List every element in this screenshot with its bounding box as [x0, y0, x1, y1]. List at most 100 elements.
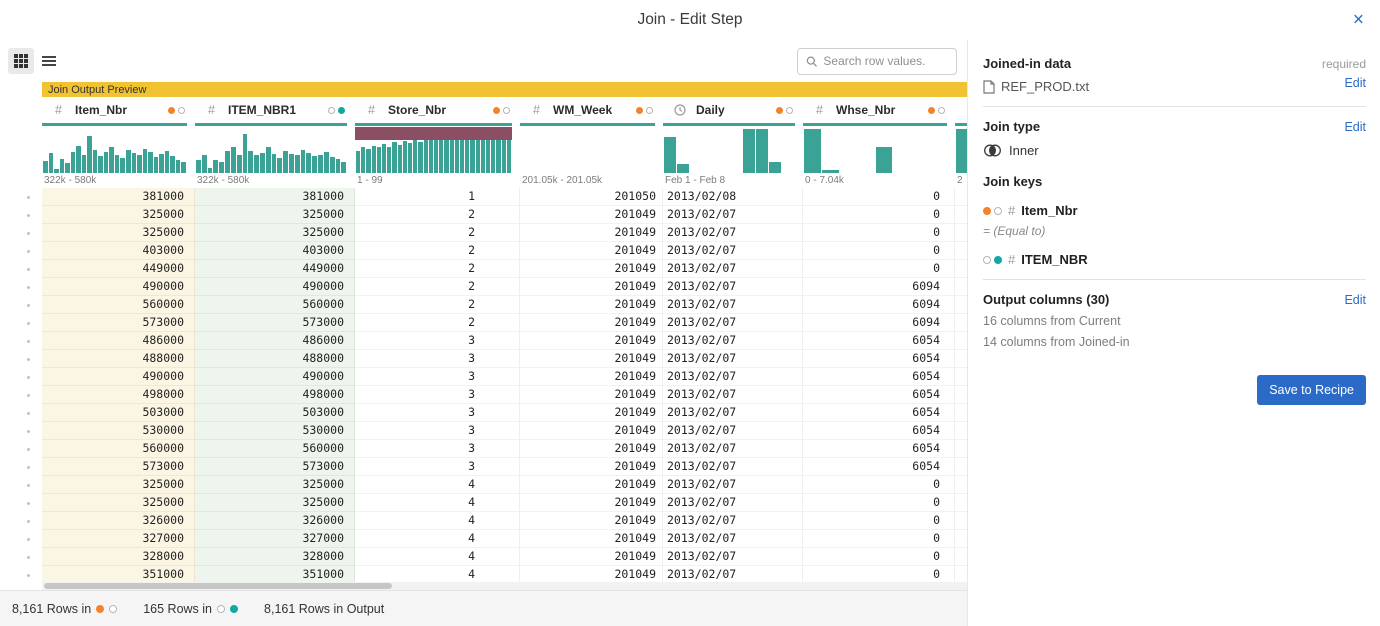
horizontal-scrollbar[interactable]: [42, 582, 967, 590]
table-cell[interactable]: 3: [355, 332, 520, 350]
table-cell[interactable]: 201049: [520, 224, 663, 242]
table-cell[interactable]: 0: [803, 530, 955, 548]
table-cell[interactable]: 201049: [520, 260, 663, 278]
table-cell[interactable]: 488000: [195, 350, 355, 368]
table-cell[interactable]: 6054: [803, 422, 955, 440]
table-cell[interactable]: 2013/02/07: [663, 476, 803, 494]
save-to-recipe-button[interactable]: Save to Recipe: [1257, 375, 1366, 405]
table-cell[interactable]: 6054: [803, 404, 955, 422]
table-cell[interactable]: 4: [355, 548, 520, 566]
table-cell[interactable]: 4: [355, 512, 520, 530]
table-cell[interactable]: 0: [803, 224, 955, 242]
column-histogram[interactable]: [520, 127, 655, 173]
table-cell[interactable]: 449000: [42, 260, 195, 278]
table-cell[interactable]: 503000: [195, 404, 355, 422]
table-cell[interactable]: 201049: [520, 566, 663, 582]
table-cell[interactable]: 325000: [195, 476, 355, 494]
table-cell[interactable]: 498000: [42, 386, 195, 404]
table-cell[interactable]: 2013/02/07: [663, 404, 803, 422]
table-cell[interactable]: 327000: [195, 530, 355, 548]
table-cell[interactable]: 325000: [195, 224, 355, 242]
search-input[interactable]: [823, 54, 948, 68]
table-cell[interactable]: 490000: [195, 368, 355, 386]
table-cell[interactable]: 2: [355, 314, 520, 332]
table-cell[interactable]: 4: [355, 494, 520, 512]
table-cell[interactable]: 2: [355, 296, 520, 314]
table-cell[interactable]: 6054: [803, 386, 955, 404]
table-cell[interactable]: 4: [355, 530, 520, 548]
table-cell[interactable]: 573000: [42, 458, 195, 476]
table-cell[interactable]: 0: [803, 512, 955, 530]
table-cell[interactable]: 0: [803, 566, 955, 582]
column-header-store_nbr[interactable]: #Store_Nbr: [355, 97, 520, 123]
table-cell[interactable]: 2013/02/07: [663, 386, 803, 404]
table-cell[interactable]: 6094: [803, 296, 955, 314]
table-cell[interactable]: 3: [355, 386, 520, 404]
table-cell[interactable]: 560000: [195, 296, 355, 314]
table-cell[interactable]: 2013/02/07: [663, 368, 803, 386]
table-cell[interactable]: 6054: [803, 332, 955, 350]
column-header-item_nbr1[interactable]: #ITEM_NBR1: [195, 97, 355, 123]
table-cell[interactable]: 530000: [195, 422, 355, 440]
table-cell[interactable]: 0: [803, 548, 955, 566]
table-cell[interactable]: 201049: [520, 404, 663, 422]
table-cell[interactable]: 201050: [520, 188, 663, 206]
table-cell[interactable]: 381000: [42, 188, 195, 206]
table-cell[interactable]: 3: [355, 422, 520, 440]
table-cell[interactable]: 325000: [42, 494, 195, 512]
table-cell[interactable]: 486000: [195, 332, 355, 350]
table-cell[interactable]: [955, 242, 967, 260]
table-cell[interactable]: [955, 278, 967, 296]
table-cell[interactable]: 0: [803, 476, 955, 494]
table-cell[interactable]: 201049: [520, 530, 663, 548]
table-cell[interactable]: 6054: [803, 440, 955, 458]
table-cell[interactable]: 351000: [42, 566, 195, 582]
table-cell[interactable]: 201049: [520, 278, 663, 296]
table-cell[interactable]: 6094: [803, 278, 955, 296]
table-cell[interactable]: [955, 548, 967, 566]
table-cell[interactable]: [955, 422, 967, 440]
edit-joined-in-link[interactable]: Edit: [1344, 76, 1366, 90]
close-icon[interactable]: ×: [1353, 11, 1364, 30]
table-cell[interactable]: 2013/02/07: [663, 242, 803, 260]
table-cell[interactable]: [955, 314, 967, 332]
table-cell[interactable]: 325000: [195, 494, 355, 512]
table-cell[interactable]: 490000: [42, 278, 195, 296]
table-cell[interactable]: 201049: [520, 494, 663, 512]
table-cell[interactable]: 2013/02/07: [663, 530, 803, 548]
table-cell[interactable]: 325000: [42, 224, 195, 242]
edit-output-columns-link[interactable]: Edit: [1344, 293, 1366, 307]
table-cell[interactable]: 328000: [195, 548, 355, 566]
table-cell[interactable]: [955, 206, 967, 224]
table-cell[interactable]: 1: [355, 188, 520, 206]
table-cell[interactable]: 2013/02/07: [663, 206, 803, 224]
table-cell[interactable]: [955, 368, 967, 386]
table-cell[interactable]: [955, 494, 967, 512]
table-cell[interactable]: 4: [355, 566, 520, 582]
table-cell[interactable]: [955, 530, 967, 548]
table-cell[interactable]: 2013/02/07: [663, 278, 803, 296]
table-cell[interactable]: 3: [355, 458, 520, 476]
table-cell[interactable]: 201049: [520, 512, 663, 530]
table-cell[interactable]: 3: [355, 440, 520, 458]
grid-view-button[interactable]: [8, 48, 34, 74]
table-cell[interactable]: 560000: [195, 440, 355, 458]
list-view-button[interactable]: [36, 48, 62, 74]
table-cell[interactable]: 530000: [42, 422, 195, 440]
table-cell[interactable]: 2013/02/07: [663, 296, 803, 314]
table-cell[interactable]: 2013/02/08: [663, 188, 803, 206]
table-cell[interactable]: [955, 350, 967, 368]
table-cell[interactable]: 2013/02/07: [663, 350, 803, 368]
column-histogram[interactable]: [663, 127, 795, 173]
table-cell[interactable]: 326000: [195, 512, 355, 530]
table-cell[interactable]: 2: [355, 278, 520, 296]
table-cell[interactable]: 3: [355, 368, 520, 386]
table-cell[interactable]: 2: [355, 260, 520, 278]
table-cell[interactable]: [955, 296, 967, 314]
table-cell[interactable]: 403000: [195, 242, 355, 260]
table-cell[interactable]: 573000: [195, 314, 355, 332]
table-cell[interactable]: 403000: [42, 242, 195, 260]
table-cell[interactable]: 2013/02/07: [663, 458, 803, 476]
table-cell[interactable]: [955, 458, 967, 476]
column-histogram[interactable]: [195, 127, 347, 173]
